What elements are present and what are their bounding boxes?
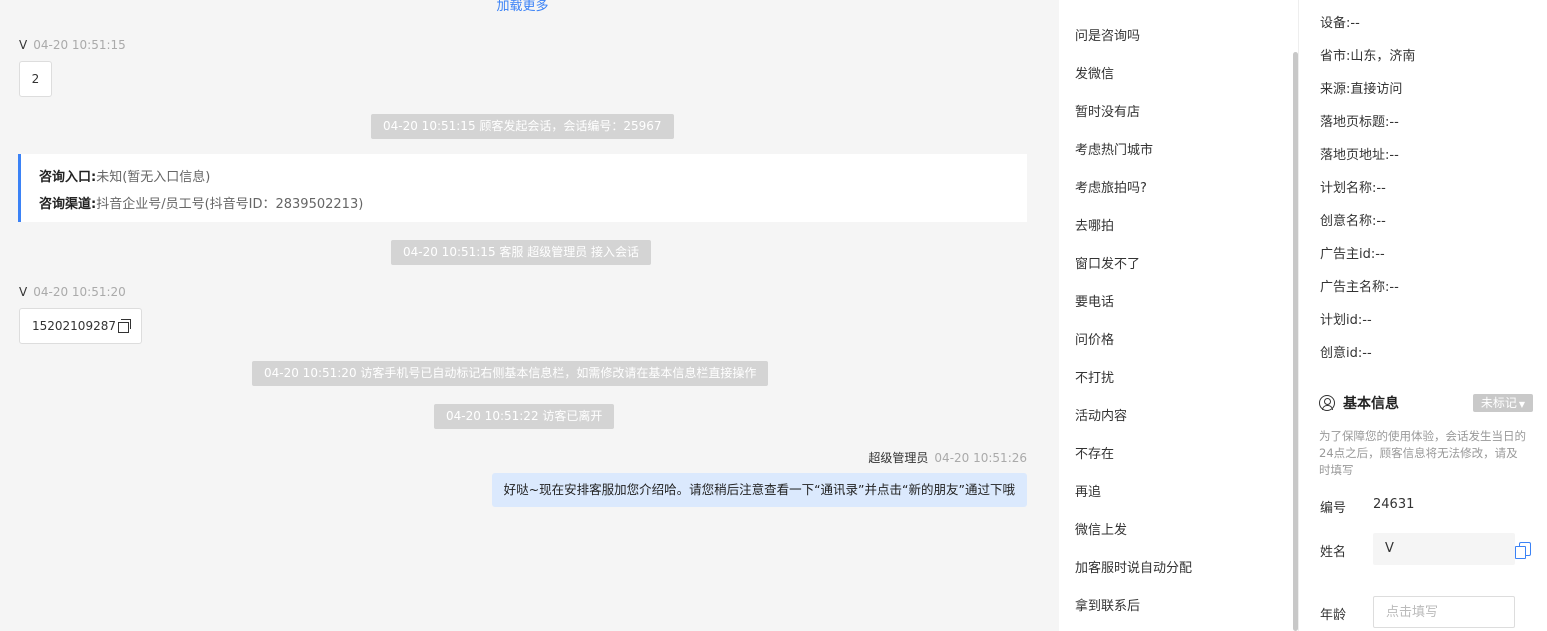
info-row-creative-id: 创意id:-- [1320, 342, 1372, 361]
info-value: 直接访问 [1350, 82, 1403, 97]
consult-entry: 咨询入口:未知(暂无入口信息) [39, 164, 1009, 191]
info-value: -- [1362, 346, 1372, 361]
info-value: -- [1350, 16, 1360, 31]
tag-select-value: 未标记 [1480, 396, 1517, 410]
info-label: 设备: [1320, 16, 1351, 31]
copy-icon[interactable] [1515, 542, 1531, 559]
info-value: -- [1362, 313, 1372, 328]
info-row-source: 来源:直接访问 [1320, 78, 1402, 97]
quick-reply-item[interactable]: 考虑热门城市 [1075, 139, 1153, 158]
info-label: 计划id: [1320, 313, 1363, 328]
info-row-creative-name: 创意名称:-- [1320, 210, 1386, 229]
agent-message: 好哒~现在安排客服加您介绍哈。请您稍后注意查看一下“通讯录”并点击“新的朋友”通… [491, 473, 1027, 507]
info-label: 创意id: [1320, 346, 1363, 361]
tag-select-dropdown[interactable]: 未标记 ▼ [1473, 394, 1533, 412]
message-time: 04-20 10:51:20 [33, 285, 126, 299]
caret-down-icon: ▼ [1518, 400, 1526, 409]
system-message-joined: 04-20 10:51:15 客服 超级管理员 接入会话 [391, 240, 652, 265]
info-value: -- [1376, 181, 1386, 196]
system-message-start: 04-20 10:51:15 顾客发起会话，会话编号：25967 [371, 114, 674, 139]
info-value: -- [1375, 247, 1385, 262]
quick-reply-item[interactable]: 考虑旅拍吗? [1075, 177, 1147, 196]
quick-reply-item[interactable]: 问价格 [1075, 329, 1114, 348]
quick-reply-item[interactable]: 拿到联系后 [1075, 595, 1140, 614]
basic-info-label: 基本信息 [1343, 396, 1399, 412]
quick-reply-item[interactable]: 问是咨询吗 [1075, 25, 1140, 44]
message-time: 04-20 10:51:15 [33, 38, 126, 52]
age-input[interactable] [1373, 596, 1515, 628]
quick-reply-item[interactable]: 去哪拍 [1075, 215, 1114, 234]
consult-channel-label: 咨询渠道: [39, 197, 97, 212]
agent-name: 超级管理员 [868, 451, 929, 465]
system-message-phone: 04-20 10:51:20 访客手机号已自动标记右侧基本信息栏，如需修改请在基… [252, 361, 769, 386]
message-meta: V 04-20 10:51:20 [19, 285, 126, 299]
quick-reply-item[interactable]: 窗口发不了 [1075, 253, 1140, 272]
sender-name: V [19, 38, 28, 52]
id-label: 编号 [1320, 501, 1347, 516]
age-label: 年龄 [1320, 608, 1347, 623]
quick-reply-item[interactable]: 活动内容 [1075, 405, 1127, 424]
visitor-message: 2 [19, 61, 52, 97]
info-label: 落地页地址: [1320, 148, 1390, 163]
info-row-advertiser-name: 广告主名称:-- [1320, 276, 1399, 295]
consult-entry-value: 未知(暂无入口信息) [96, 170, 211, 185]
quick-reply-item[interactable]: 加客服时说自动分配 [1075, 557, 1192, 576]
info-row-device: 设备:-- [1320, 12, 1360, 31]
name-field[interactable]: V [1373, 533, 1515, 565]
consult-channel: 咨询渠道:抖音企业号/员工号(抖音号ID：2839502213) [39, 191, 1009, 218]
id-value: 24631 [1373, 497, 1415, 512]
quick-reply-item[interactable]: 不打扰 [1075, 367, 1114, 386]
message-text: 2 [31, 72, 40, 86]
user-circle-icon [1319, 395, 1335, 411]
chat-area: 加载更多 V 04-20 10:51:15 2 04-20 10:51:15 顾客… [0, 0, 1045, 631]
load-more-link[interactable]: 加载更多 [0, 0, 1045, 14]
sender-name: V [19, 285, 28, 299]
info-label: 广告主id: [1320, 247, 1376, 262]
info-label: 广告主名称: [1320, 280, 1390, 295]
quick-reply-item[interactable]: 暂时没有店 [1075, 101, 1140, 120]
quick-reply-item[interactable]: 不存在 [1075, 443, 1114, 462]
quick-reply-list: 问是咨询吗 发微信 暂时没有店 考虑热门城市 考虑旅拍吗? 去哪拍 窗口发不了 … [1059, 0, 1298, 631]
edit-notice: 为了保障您的使用体验，会话发生当日的24点之后，顾客信息将无法修改，请及时填写 [1319, 429, 1526, 477]
quick-reply-item[interactable]: 微信上发 [1075, 519, 1127, 538]
visitor-message: 15202109287 [19, 308, 142, 344]
info-value: -- [1389, 115, 1399, 130]
info-label: 创意名称: [1320, 214, 1377, 229]
agent-message-meta: 超级管理员 04-20 10:51:26 [627, 449, 1027, 466]
info-value: -- [1376, 214, 1386, 229]
info-row-plan-id: 计划id:-- [1320, 309, 1372, 328]
consult-entry-label: 咨询入口: [39, 170, 97, 185]
info-row-landing-title: 落地页标题:-- [1320, 111, 1399, 130]
info-row-landing-url: 落地页地址:-- [1320, 144, 1399, 163]
agent-message-time: 04-20 10:51:26 [934, 451, 1027, 465]
message-meta: V 04-20 10:51:15 [19, 38, 126, 52]
info-value: -- [1389, 280, 1399, 295]
quick-reply-item[interactable]: 再追 [1075, 481, 1101, 500]
basic-info-title: 基本信息 [1319, 393, 1399, 413]
info-value: 山东，济南 [1350, 49, 1416, 64]
info-label: 计划名称: [1320, 181, 1377, 196]
name-label: 姓名 [1320, 545, 1347, 560]
message-text: 15202109287 [32, 319, 116, 333]
info-row-plan-name: 计划名称:-- [1320, 177, 1386, 196]
info-value: -- [1389, 148, 1399, 163]
info-label: 省市: [1320, 49, 1351, 64]
copy-icon[interactable] [117, 318, 131, 333]
info-label: 来源: [1320, 82, 1351, 97]
system-message-left: 04-20 10:51:22 访客已离开 [434, 404, 615, 429]
info-row-region: 省市:山东，济南 [1320, 45, 1415, 64]
consult-info-card: 咨询入口:未知(暂无入口信息) 咨询渠道:抖音企业号/员工号(抖音号ID：283… [18, 154, 1027, 222]
info-row-advertiser-id: 广告主id:-- [1320, 243, 1385, 262]
info-label: 落地页标题: [1320, 115, 1390, 130]
quick-reply-item[interactable]: 要电话 [1075, 291, 1114, 310]
visitor-info-panel: 设备:-- 省市:山东，济南 来源:直接访问 落地页标题:-- 落地页地址:--… [1298, 0, 1547, 631]
quick-reply-item[interactable]: 发微信 [1075, 63, 1114, 82]
consult-channel-value: 抖音企业号/员工号(抖音号ID：2839502213) [96, 197, 364, 212]
